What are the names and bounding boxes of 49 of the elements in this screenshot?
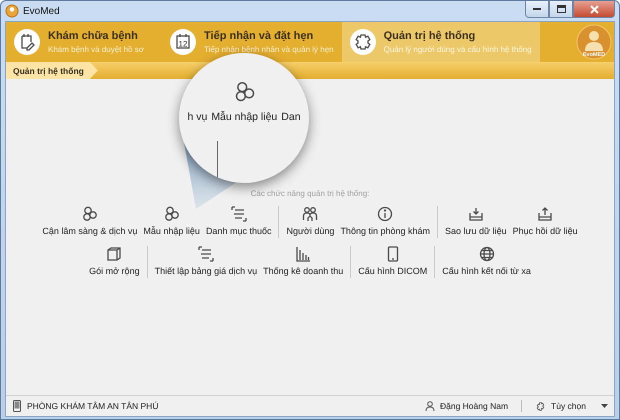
note-edit-icon <box>14 29 40 55</box>
function-button[interactable]: Gói mở rộng <box>86 244 143 278</box>
minimize-icon <box>533 8 541 10</box>
calendar-icon: 12 <box>170 29 196 55</box>
magnified-label: Mẫu nhập liệu <box>211 111 278 123</box>
user-icon <box>424 401 435 411</box>
section-caption: Các chức năng quản trị hệ thống: <box>250 189 370 198</box>
function-button[interactable]: Phục hồi dữ liệu <box>510 204 581 238</box>
breadcrumb-item[interactable]: Quản trị hệ thống <box>6 62 98 79</box>
module-tab[interactable]: Khám chữa bệnh Khám bệnh và duyệt hồ sơ <box>6 22 162 62</box>
module-tab[interactable]: 12 Tiếp nhận và đặt hẹn Tiếp nhận bệnh nhân và quản lý hẹn <box>162 22 342 62</box>
module-tab[interactable]: Quản trị hệ thống Quản lý người dùng và cấu hình hệ thống <box>342 22 540 62</box>
list-icon <box>198 246 214 262</box>
circles-icon <box>234 81 256 103</box>
user-name[interactable]: Đặng Hoàng Nam <box>440 401 508 411</box>
function-button[interactable]: Thiết lập bảng giá dịch vụ <box>152 244 260 278</box>
clinic-name: PHÒNG KHÁM TÂM AN TÂN PHÚ <box>27 401 158 411</box>
close-icon <box>590 4 598 14</box>
gear-icon <box>350 29 376 55</box>
minimize-button[interactable] <box>525 1 549 18</box>
function-button[interactable]: Người dùng <box>283 204 338 238</box>
users-icon <box>302 206 318 222</box>
function-button[interactable]: Cận lâm sàng & dịch vụ <box>39 204 140 238</box>
circles-icon <box>164 206 180 222</box>
function-button[interactable]: Thông tin phòng khám <box>337 204 433 238</box>
circles-icon <box>82 206 98 222</box>
bar-chart-icon <box>295 246 312 262</box>
maximize-icon <box>556 5 566 13</box>
magnified-text: Dan <box>281 111 301 123</box>
app-icon <box>5 4 19 18</box>
options-menu[interactable]: Tùy chọn <box>551 401 586 411</box>
close-button[interactable] <box>573 1 615 18</box>
tray-upload-icon <box>537 206 554 222</box>
function-button[interactable]: Cấu hình kết nối từ xa <box>439 244 534 278</box>
tray-download-icon <box>468 206 484 222</box>
globe-icon <box>478 246 495 262</box>
function-button[interactable]: Sao lưu dữ liệu <box>442 204 510 238</box>
caret-icon[interactable] <box>601 404 608 408</box>
box-icon <box>106 246 122 262</box>
gear-icon <box>535 400 546 412</box>
function-button[interactable]: Thống kê doanh thu <box>260 244 346 278</box>
phone-icon <box>12 400 22 412</box>
info-icon <box>377 206 394 222</box>
function-button[interactable]: Mẫu nhập liệu <box>140 204 203 238</box>
window-title: EvoMed <box>23 6 60 16</box>
magnified-text: h vụ <box>187 111 208 123</box>
function-button[interactable]: Cấu hình DICOM <box>355 244 430 278</box>
list-icon <box>230 206 247 222</box>
maximize-button[interactable] <box>549 1 573 18</box>
